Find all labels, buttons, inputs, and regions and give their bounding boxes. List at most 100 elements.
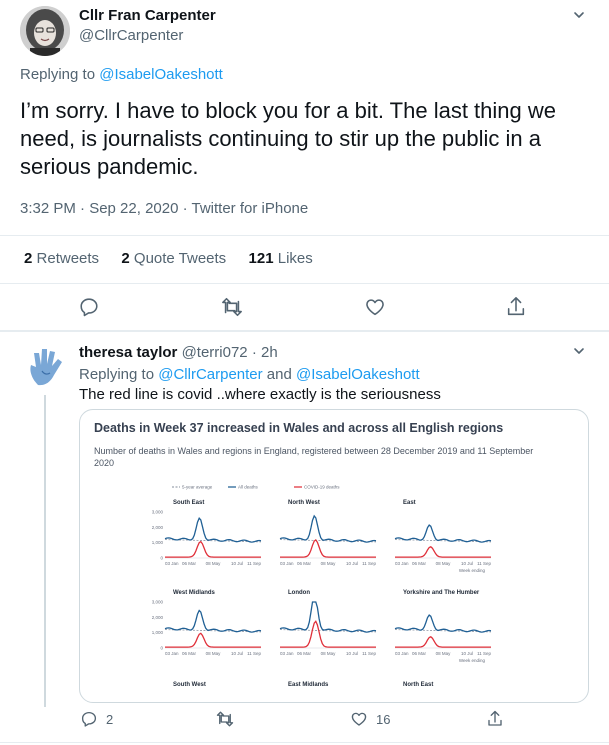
share-icon[interactable] <box>486 709 504 729</box>
likes-count: 121 <box>248 250 274 267</box>
avatar[interactable] <box>20 6 70 56</box>
chevron-down-icon[interactable] <box>572 8 586 22</box>
heart-icon[interactable] <box>364 296 386 318</box>
series-line-all-deaths <box>279 601 377 633</box>
x-tick-label: 10 Jul <box>231 561 243 566</box>
x-tick-label: 11 Sep <box>362 651 376 656</box>
series-line-covid <box>165 632 261 648</box>
replying-to-link[interactable]: @IsabelOakeshott <box>296 366 420 383</box>
replying-to-line: Replying to @IsabelOakeshott <box>20 66 223 83</box>
panel-title: West Midlands <box>173 590 216 596</box>
tweet-text: I’m sorry. I have to block you for a bit… <box>20 98 556 179</box>
axis-label: Week ending <box>459 568 486 573</box>
y-tick-label: 3,000 <box>152 600 164 605</box>
x-tick-label: 11 Sep <box>477 651 491 656</box>
replying-to-prefix: Replying to <box>20 66 100 83</box>
x-tick-label: 10 Jul <box>346 651 358 656</box>
author-name[interactable]: Cllr Fran Carpenter <box>79 7 216 24</box>
x-tick-label: 08 May <box>436 651 452 656</box>
series-line-all-deaths <box>279 514 377 543</box>
panel-title: London <box>288 590 310 596</box>
x-tick-label: 08 May <box>321 651 337 656</box>
x-tick-label: 03 Jan <box>280 561 294 566</box>
x-tick-label: 03 Jan <box>395 561 409 566</box>
panel-title: South East <box>173 500 204 506</box>
x-tick-label: 08 May <box>436 561 452 566</box>
retweet-icon[interactable] <box>220 296 244 318</box>
reply-header: theresa taylor @terri072 · 2h <box>79 344 278 361</box>
y-tick-label: 2,000 <box>152 525 164 530</box>
retweets-stat[interactable]: 2 Retweets <box>24 250 99 267</box>
axis-label: Week ending <box>459 658 486 663</box>
replying-to-link[interactable]: @IsabelOakeshott <box>99 66 223 83</box>
x-tick-label: 06 Mar <box>297 651 312 656</box>
panel-title: North West <box>288 500 320 506</box>
series-line-covid <box>395 546 491 558</box>
divider <box>0 330 609 332</box>
quotes-label: Quote Tweets <box>133 250 227 267</box>
panel-title: East <box>403 500 416 506</box>
quotes-stat[interactable]: 2 Quote Tweets <box>121 250 226 267</box>
panel-title: Yorkshire and The Humber <box>403 590 480 596</box>
x-tick-label: 03 Jan <box>165 561 179 566</box>
share-icon[interactable] <box>505 295 527 319</box>
series-line-all-deaths <box>394 614 492 633</box>
y-tick-label: 1,000 <box>152 630 164 635</box>
reply-author-name[interactable]: theresa taylor <box>79 344 177 361</box>
replying-and: and <box>262 366 297 383</box>
panel-title: North East <box>403 682 433 688</box>
x-tick-label: 10 Jul <box>461 561 473 566</box>
x-tick-label: 08 May <box>321 561 337 566</box>
x-tick-label: 06 Mar <box>412 651 427 656</box>
reply-avatar[interactable] <box>20 341 70 391</box>
legend-label: 5-year average <box>182 485 213 490</box>
chart-subtitle: Number of deaths in Wales and regions in… <box>94 446 534 468</box>
tweet-stats: 2 Retweets 2 Quote Tweets 121 Likes <box>24 250 313 267</box>
likes-stat[interactable]: 121 Likes <box>249 250 313 267</box>
x-tick-label: 11 Sep <box>247 651 261 656</box>
reply-icon[interactable] <box>78 296 100 318</box>
attached-chart-image[interactable]: Deaths in Week 37 increased in Wales and… <box>79 409 589 703</box>
retweet-icon[interactable] <box>215 710 235 728</box>
x-tick-label: 11 Sep <box>362 561 376 566</box>
x-tick-label: 08 May <box>206 561 222 566</box>
quotes-count: 2 <box>121 250 130 267</box>
x-tick-label: 03 Jan <box>165 651 179 656</box>
thread-line <box>44 395 46 707</box>
retweets-count: 2 <box>24 250 33 267</box>
tweet-timestamp[interactable]: 3:32 PM · Sep 22, 2020 · Twitter for iPh… <box>20 200 308 217</box>
reply-icon[interactable] <box>80 710 98 728</box>
legend-label: All deaths <box>238 485 259 490</box>
divider <box>0 235 609 236</box>
series-line-all-deaths <box>164 517 262 543</box>
series-line-all-deaths <box>394 524 492 543</box>
replying-to-link[interactable]: @CllrCarpenter <box>158 366 262 383</box>
likes-label: Likes <box>277 250 313 267</box>
x-tick-label: 03 Jan <box>395 651 409 656</box>
divider <box>0 283 609 284</box>
x-tick-label: 06 Mar <box>182 651 197 656</box>
replying-to-prefix: Replying to <box>79 366 159 383</box>
y-tick-label: 0 <box>160 646 163 651</box>
x-tick-label: 11 Sep <box>477 561 491 566</box>
heart-icon[interactable] <box>350 710 368 728</box>
author-handle[interactable]: @CllrCarpenter <box>79 27 183 44</box>
chart-title: Deaths in Week 37 increased in Wales and… <box>94 421 504 435</box>
reply-author-handle[interactable]: @terri072 · 2h <box>182 344 278 361</box>
chart-panels: 5-year average All deaths COVID-19 deaths S… <box>152 485 492 689</box>
x-tick-label: 10 Jul <box>461 651 473 656</box>
series-line-all-deaths <box>164 609 262 633</box>
x-tick-label: 08 May <box>206 651 222 656</box>
retweets-label: Retweets <box>36 250 100 267</box>
reply-text: The red line is covid ..where exactly is… <box>79 386 441 403</box>
x-tick-label: 06 Mar <box>297 561 312 566</box>
legend-label: COVID-19 deaths <box>304 485 340 490</box>
x-tick-label: 06 Mar <box>412 561 427 566</box>
chevron-down-icon[interactable] <box>572 344 586 358</box>
reply-count: 2 <box>106 712 114 727</box>
divider <box>0 742 609 743</box>
y-tick-label: 3,000 <box>152 510 164 515</box>
panel-title: East Midlands <box>288 682 329 688</box>
series-line-covid <box>395 636 491 648</box>
y-tick-label: 2,000 <box>152 615 164 620</box>
